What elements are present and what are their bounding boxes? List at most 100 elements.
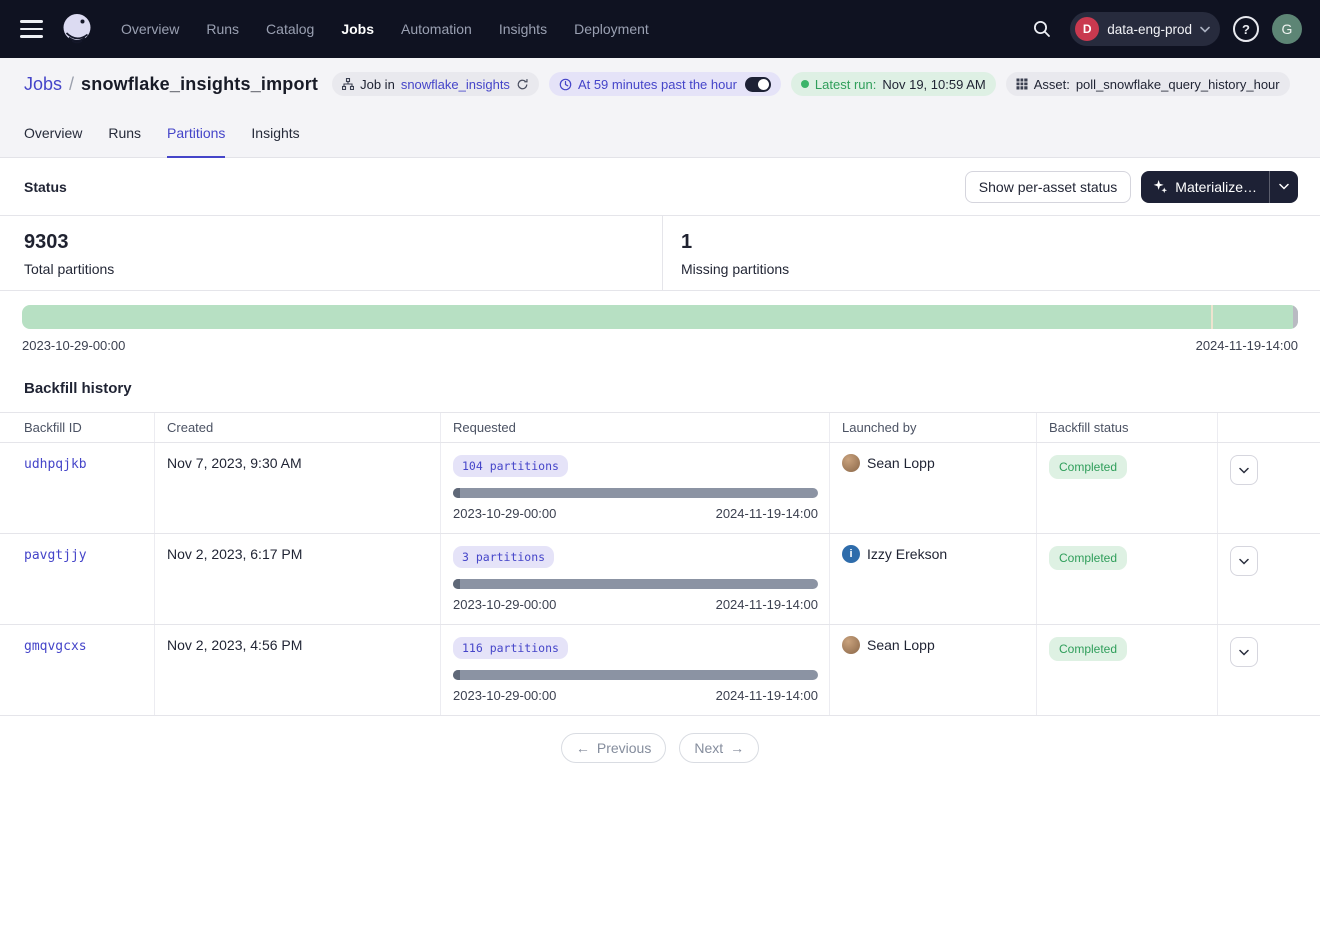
- page-header: Jobs / snowflake_insights_import Job in …: [0, 58, 1320, 158]
- total-partitions-stat: 9303 Total partitions: [0, 216, 663, 290]
- job-tabs: Overview Runs Partitions Insights: [0, 110, 1320, 157]
- partition-range-start: 2023-10-29-00:00: [22, 338, 125, 353]
- column-header-launched-by: Launched by: [830, 413, 1037, 442]
- row-actions-button[interactable]: [1230, 546, 1258, 576]
- help-icon[interactable]: ?: [1233, 16, 1259, 42]
- nav-item-automation[interactable]: Automation: [401, 21, 472, 37]
- tab-insights[interactable]: Insights: [251, 110, 299, 158]
- schedule-badge: At 59 minutes past the hour: [549, 72, 781, 96]
- partition-stats: 9303 Total partitions 1 Missing partitio…: [0, 216, 1320, 291]
- next-page-button[interactable]: Next →: [679, 733, 759, 763]
- column-header-backfill-id: Backfill ID: [0, 413, 155, 442]
- top-navigation: Overview Runs Catalog Jobs Automation In…: [0, 0, 1320, 58]
- launched-by-name: Izzy Erekson: [867, 546, 947, 562]
- total-partitions-label: Total partitions: [24, 261, 638, 277]
- backfill-id-link[interactable]: udhpqjkb: [24, 457, 87, 472]
- backfill-status-badge: Completed: [1049, 637, 1127, 661]
- backfill-history-title: Backfill history: [24, 380, 1296, 397]
- table-row: udhpqjkb Nov 7, 2023, 9:30 AM 104 partit…: [0, 443, 1320, 534]
- materialize-split-button: Materialize…: [1141, 171, 1298, 203]
- tab-partitions[interactable]: Partitions: [167, 110, 225, 158]
- total-partitions-value: 9303: [24, 231, 638, 254]
- page-title: snowflake_insights_import: [81, 74, 318, 95]
- nav-item-insights[interactable]: Insights: [499, 21, 547, 37]
- job-location-badge: Job in snowflake_insights: [332, 72, 539, 96]
- nav-item-runs[interactable]: Runs: [206, 21, 239, 37]
- partition-range-end: 2024-11-19-14:00: [1196, 338, 1298, 353]
- backfill-id-link[interactable]: pavgtjjy: [24, 548, 87, 563]
- reload-icon[interactable]: [516, 78, 529, 91]
- arrow-left-icon: ←: [576, 740, 590, 756]
- latest-run-value[interactable]: Nov 19, 10:59 AM: [882, 77, 985, 92]
- partition-status-bar[interactable]: [22, 305, 1298, 329]
- materialize-options-button[interactable]: [1269, 171, 1298, 203]
- dagster-logo-icon[interactable]: [59, 11, 95, 47]
- breadcrumb-jobs-link[interactable]: Jobs: [24, 74, 62, 95]
- backfill-range-bar: [453, 579, 818, 589]
- user-avatar: i: [842, 545, 860, 563]
- table-header-row: Backfill ID Created Requested Launched b…: [0, 413, 1320, 443]
- backfill-status-badge: Completed: [1049, 455, 1127, 479]
- run-status-dot: [801, 80, 809, 88]
- row-actions-button[interactable]: [1230, 637, 1258, 667]
- previous-page-button[interactable]: ← Previous: [561, 733, 666, 763]
- asset-label: Asset:: [1034, 77, 1070, 92]
- created-value: Nov 2, 2023, 6:17 PM: [167, 546, 302, 562]
- chevron-down-icon: [1279, 183, 1289, 190]
- backfill-range-start: 2023-10-29-00:00: [453, 506, 556, 521]
- backfill-id-link[interactable]: gmqvgcxs: [24, 639, 87, 654]
- asset-table-icon: [1016, 78, 1028, 90]
- materialize-button[interactable]: Materialize…: [1141, 171, 1269, 203]
- requested-partitions-pill: 104 partitions: [453, 455, 568, 477]
- nav-item-overview[interactable]: Overview: [121, 21, 179, 37]
- column-header-backfill-status: Backfill status: [1037, 413, 1218, 442]
- backfill-range-start: 2023-10-29-00:00: [453, 688, 556, 703]
- table-row: gmqvgcxs Nov 2, 2023, 4:56 PM 116 partit…: [0, 625, 1320, 716]
- show-per-asset-status-button[interactable]: Show per-asset status: [965, 171, 1132, 203]
- column-header-created: Created: [155, 413, 441, 442]
- created-value: Nov 2, 2023, 4:56 PM: [167, 637, 302, 653]
- nav-item-deployment[interactable]: Deployment: [574, 21, 649, 37]
- missing-partition-segment: [1293, 305, 1298, 329]
- chevron-down-icon: [1239, 558, 1249, 565]
- arrow-right-icon: →: [730, 740, 744, 756]
- backfill-status-badge: Completed: [1049, 546, 1127, 570]
- hamburger-menu-icon[interactable]: [20, 20, 43, 38]
- breadcrumb: Jobs / snowflake_insights_import Job in …: [0, 58, 1320, 110]
- requested-partitions-pill: 3 partitions: [453, 546, 554, 568]
- schedule-label: At 59 minutes past the hour: [578, 77, 737, 92]
- backfill-range-end: 2024-11-19-14:00: [716, 688, 818, 703]
- clock-icon: [559, 78, 572, 91]
- missing-partitions-label: Missing partitions: [681, 261, 1302, 277]
- job-location-prefix: Job in: [360, 77, 395, 92]
- asset-value[interactable]: poll_snowflake_query_history_hour: [1076, 77, 1280, 92]
- tab-runs[interactable]: Runs: [108, 110, 141, 158]
- status-section-header: Status Show per-asset status Materialize…: [0, 158, 1320, 216]
- table-row: pavgtjjy Nov 2, 2023, 6:17 PM 3 partitio…: [0, 534, 1320, 625]
- row-actions-button[interactable]: [1230, 455, 1258, 485]
- workspace-badge: D: [1075, 17, 1099, 41]
- column-header-requested: Requested: [441, 413, 830, 442]
- search-icon[interactable]: [1027, 14, 1057, 44]
- backfill-range-end: 2024-11-19-14:00: [716, 506, 818, 521]
- missing-partitions-stat: 1 Missing partitions: [663, 216, 1320, 290]
- chevron-down-icon: [1200, 26, 1210, 33]
- nav-item-catalog[interactable]: Catalog: [266, 21, 314, 37]
- breadcrumb-separator: /: [69, 74, 74, 95]
- next-label: Next: [694, 740, 723, 756]
- chevron-down-icon: [1239, 649, 1249, 656]
- previous-label: Previous: [597, 740, 651, 756]
- tab-overview[interactable]: Overview: [24, 110, 82, 158]
- user-avatar[interactable]: G: [1272, 14, 1302, 44]
- schedule-toggle[interactable]: [745, 77, 771, 92]
- nav-item-jobs[interactable]: Jobs: [341, 21, 374, 37]
- repo-link[interactable]: snowflake_insights: [401, 77, 510, 92]
- backfill-range-bar: [453, 670, 818, 680]
- partition-marker: [1211, 305, 1213, 329]
- status-title: Status: [24, 179, 67, 195]
- latest-run-badge: Latest run: Nov 19, 10:59 AM: [791, 72, 996, 96]
- backfill-history-table: Backfill ID Created Requested Launched b…: [0, 412, 1320, 716]
- requested-partitions-pill: 116 partitions: [453, 637, 568, 659]
- workspace-switcher[interactable]: D data-eng-prod: [1070, 12, 1220, 46]
- user-avatar: [842, 636, 860, 654]
